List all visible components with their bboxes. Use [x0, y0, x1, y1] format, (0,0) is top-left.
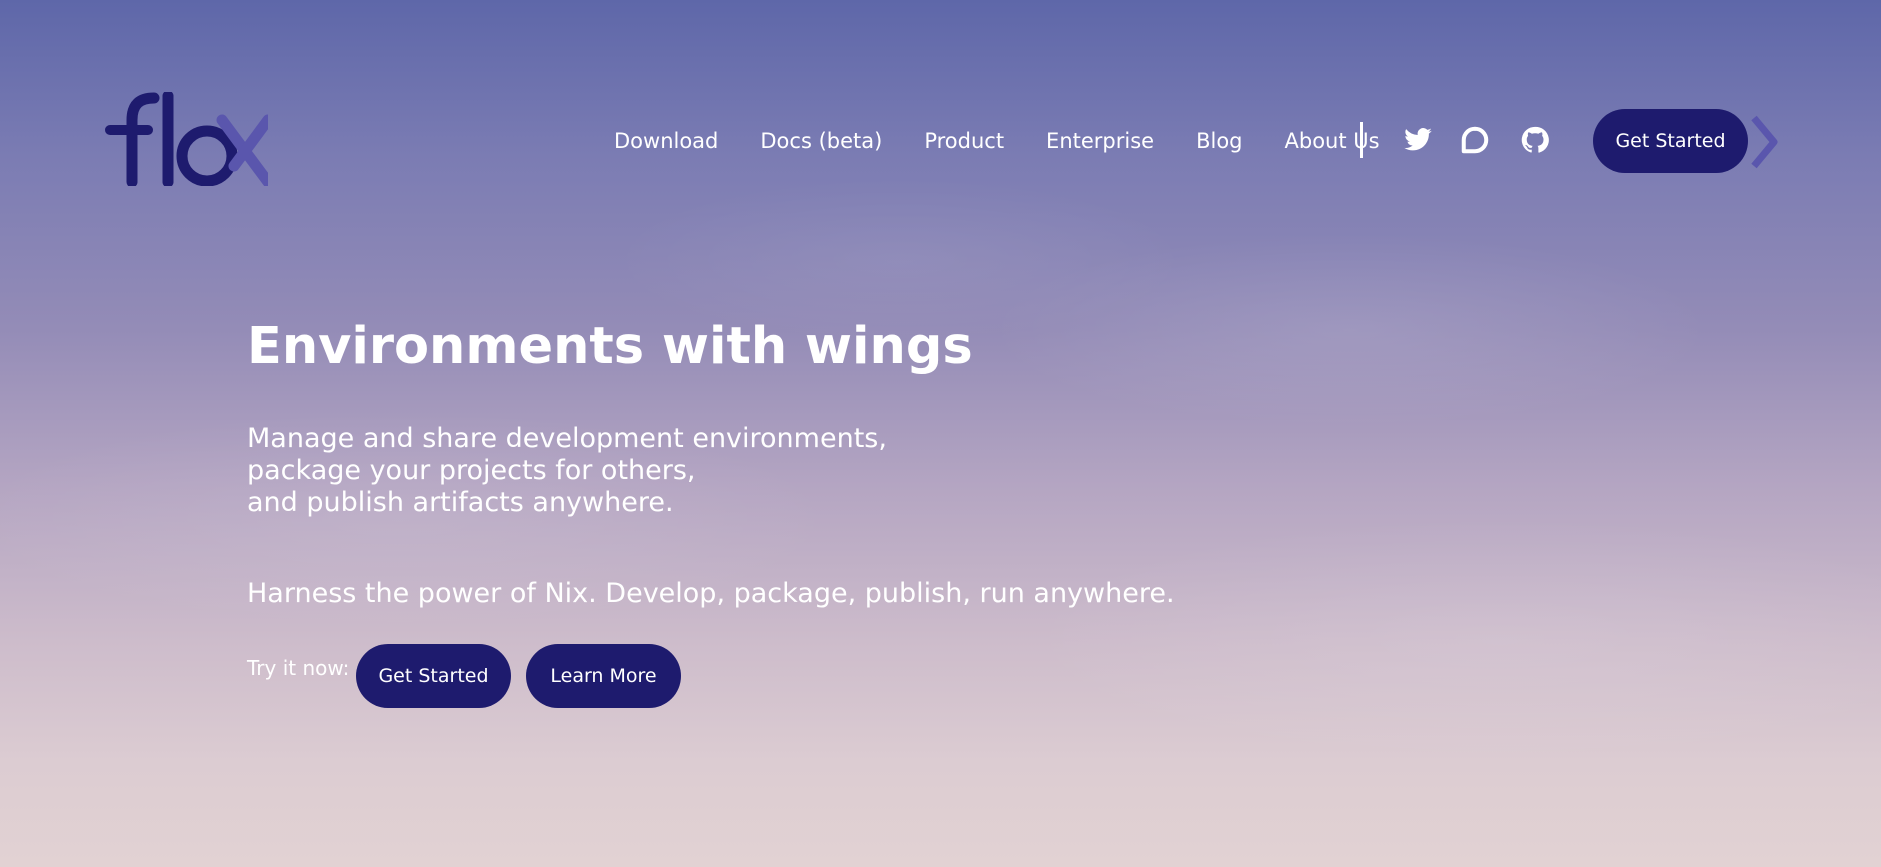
main-nav: Download Docs (beta) Product Enterprise …	[614, 120, 1422, 162]
hero-title: Environments with wings	[247, 317, 973, 376]
nav-link-product[interactable]: Product	[924, 129, 1004, 153]
chevron-right-icon	[1751, 115, 1778, 169]
hero-subtitle-line: and publish artifacts anywhere.	[247, 487, 674, 518]
discourse-icon[interactable]	[1459, 124, 1491, 156]
nav-link-enterprise[interactable]: Enterprise	[1046, 129, 1154, 153]
hero-subtitle-line: Manage and share development environment…	[247, 423, 887, 454]
nav-divider	[1360, 122, 1363, 158]
flox-logo[interactable]	[104, 92, 268, 186]
get-started-button[interactable]: Get Started	[356, 644, 511, 708]
hero-tagline: Harness the power of Nix. Develop, packa…	[247, 578, 1175, 609]
nav-link-docs[interactable]: Docs (beta)	[760, 129, 882, 153]
nav-link-blog[interactable]: Blog	[1196, 129, 1242, 153]
nav-get-started-button[interactable]: Get Started	[1593, 109, 1748, 173]
learn-more-button[interactable]: Learn More	[526, 644, 681, 708]
hero-section: Environments with wings Manage and share…	[247, 314, 1175, 609]
nav-link-download[interactable]: Download	[614, 129, 718, 153]
github-icon[interactable]	[1519, 124, 1551, 156]
nav-link-about-us[interactable]: About Us	[1285, 129, 1380, 153]
try-it-now-label: Try it now:	[247, 656, 350, 680]
hero-subtitle: Manage and share development environment…	[247, 423, 887, 519]
hero-subtitle-line: package your projects for others,	[247, 455, 696, 486]
twitter-icon[interactable]	[1402, 124, 1434, 156]
